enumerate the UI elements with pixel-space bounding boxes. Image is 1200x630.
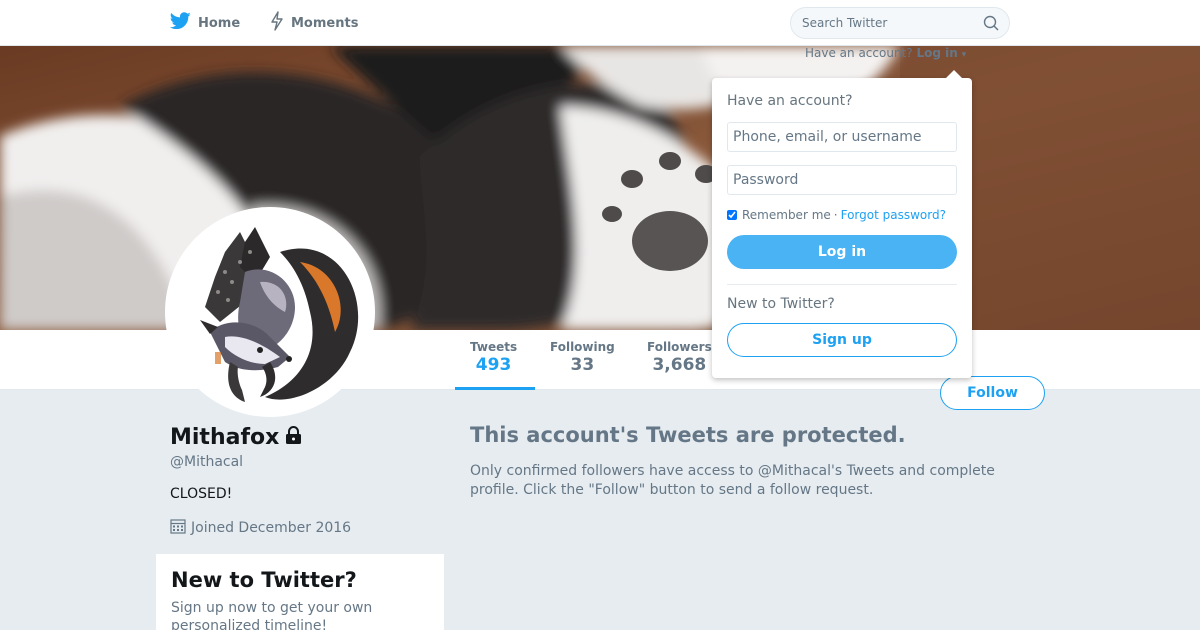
stat-tweets[interactable]: Tweets 493	[470, 340, 517, 375]
twitter-bird-icon	[169, 12, 191, 34]
lock-icon	[285, 425, 302, 450]
profile-handle[interactable]: @Mithacal	[170, 454, 243, 470]
nav-home-label: Home	[198, 15, 241, 31]
moments-icon	[270, 11, 284, 35]
search-icon[interactable]	[983, 15, 999, 35]
calendar-icon	[170, 518, 186, 538]
nav-moments[interactable]: Moments	[270, 11, 359, 35]
protected-title: This account's Tweets are protected.	[470, 423, 906, 447]
signup-button[interactable]: Sign up	[727, 323, 957, 357]
password-field[interactable]	[727, 165, 957, 195]
search-box	[790, 7, 1010, 39]
stat-label: Followers	[647, 340, 712, 354]
profile-bio: CLOSED!	[170, 486, 233, 502]
divider	[727, 284, 957, 285]
login-heading: Have an account?	[727, 93, 853, 109]
nav-home[interactable]: Home	[169, 12, 241, 34]
avatar[interactable]	[165, 207, 375, 417]
signup-card-title: New to Twitter?	[171, 568, 357, 592]
remember-row: Remember me · Forgot password?	[727, 208, 957, 222]
login-toggle-link[interactable]: Log in	[916, 46, 957, 60]
active-tab-indicator	[455, 387, 535, 390]
joined-text: Joined December 2016	[191, 520, 352, 536]
stat-following[interactable]: Following 33	[550, 340, 615, 375]
remember-me-checkbox[interactable]	[727, 210, 737, 220]
top-navigation-bar: Home Moments	[0, 0, 1200, 46]
login-button[interactable]: Log in	[727, 235, 957, 269]
joined-date: Joined December 2016	[170, 518, 351, 538]
stat-value: 33	[570, 355, 595, 375]
username-field[interactable]	[727, 122, 957, 152]
stat-label: Tweets	[470, 340, 518, 354]
stat-value: 3,668	[652, 355, 707, 375]
profile-name: Mithafox	[170, 425, 302, 450]
signup-card: New to Twitter? Sign up now to get your …	[156, 554, 444, 630]
signup-card-text: Sign up now to get your own personalized…	[171, 600, 373, 630]
protected-text: Only confirmed followers have access to …	[470, 463, 995, 498]
stat-followers[interactable]: Followers 3,668	[647, 340, 712, 375]
remember-me-label[interactable]: Remember me	[742, 208, 831, 222]
separator: ·	[833, 208, 838, 222]
login-hint-text: Have an account?	[805, 46, 913, 60]
caret-down-icon: ▾	[961, 50, 967, 60]
follow-button[interactable]: Follow	[940, 376, 1045, 410]
nav-moments-label: Moments	[291, 15, 359, 31]
login-dropdown: Have an account? Remember me · Forgot pa…	[712, 70, 972, 378]
profile-name-text: Mithafox	[170, 425, 280, 450]
stat-value: 493	[475, 355, 512, 375]
search-input[interactable]	[802, 14, 972, 32]
login-hint: Have an account? Log in ▾	[805, 46, 966, 60]
new-to-twitter-heading: New to Twitter?	[727, 296, 835, 312]
forgot-password-link[interactable]: Forgot password?	[841, 208, 946, 222]
stat-label: Following	[550, 340, 615, 354]
